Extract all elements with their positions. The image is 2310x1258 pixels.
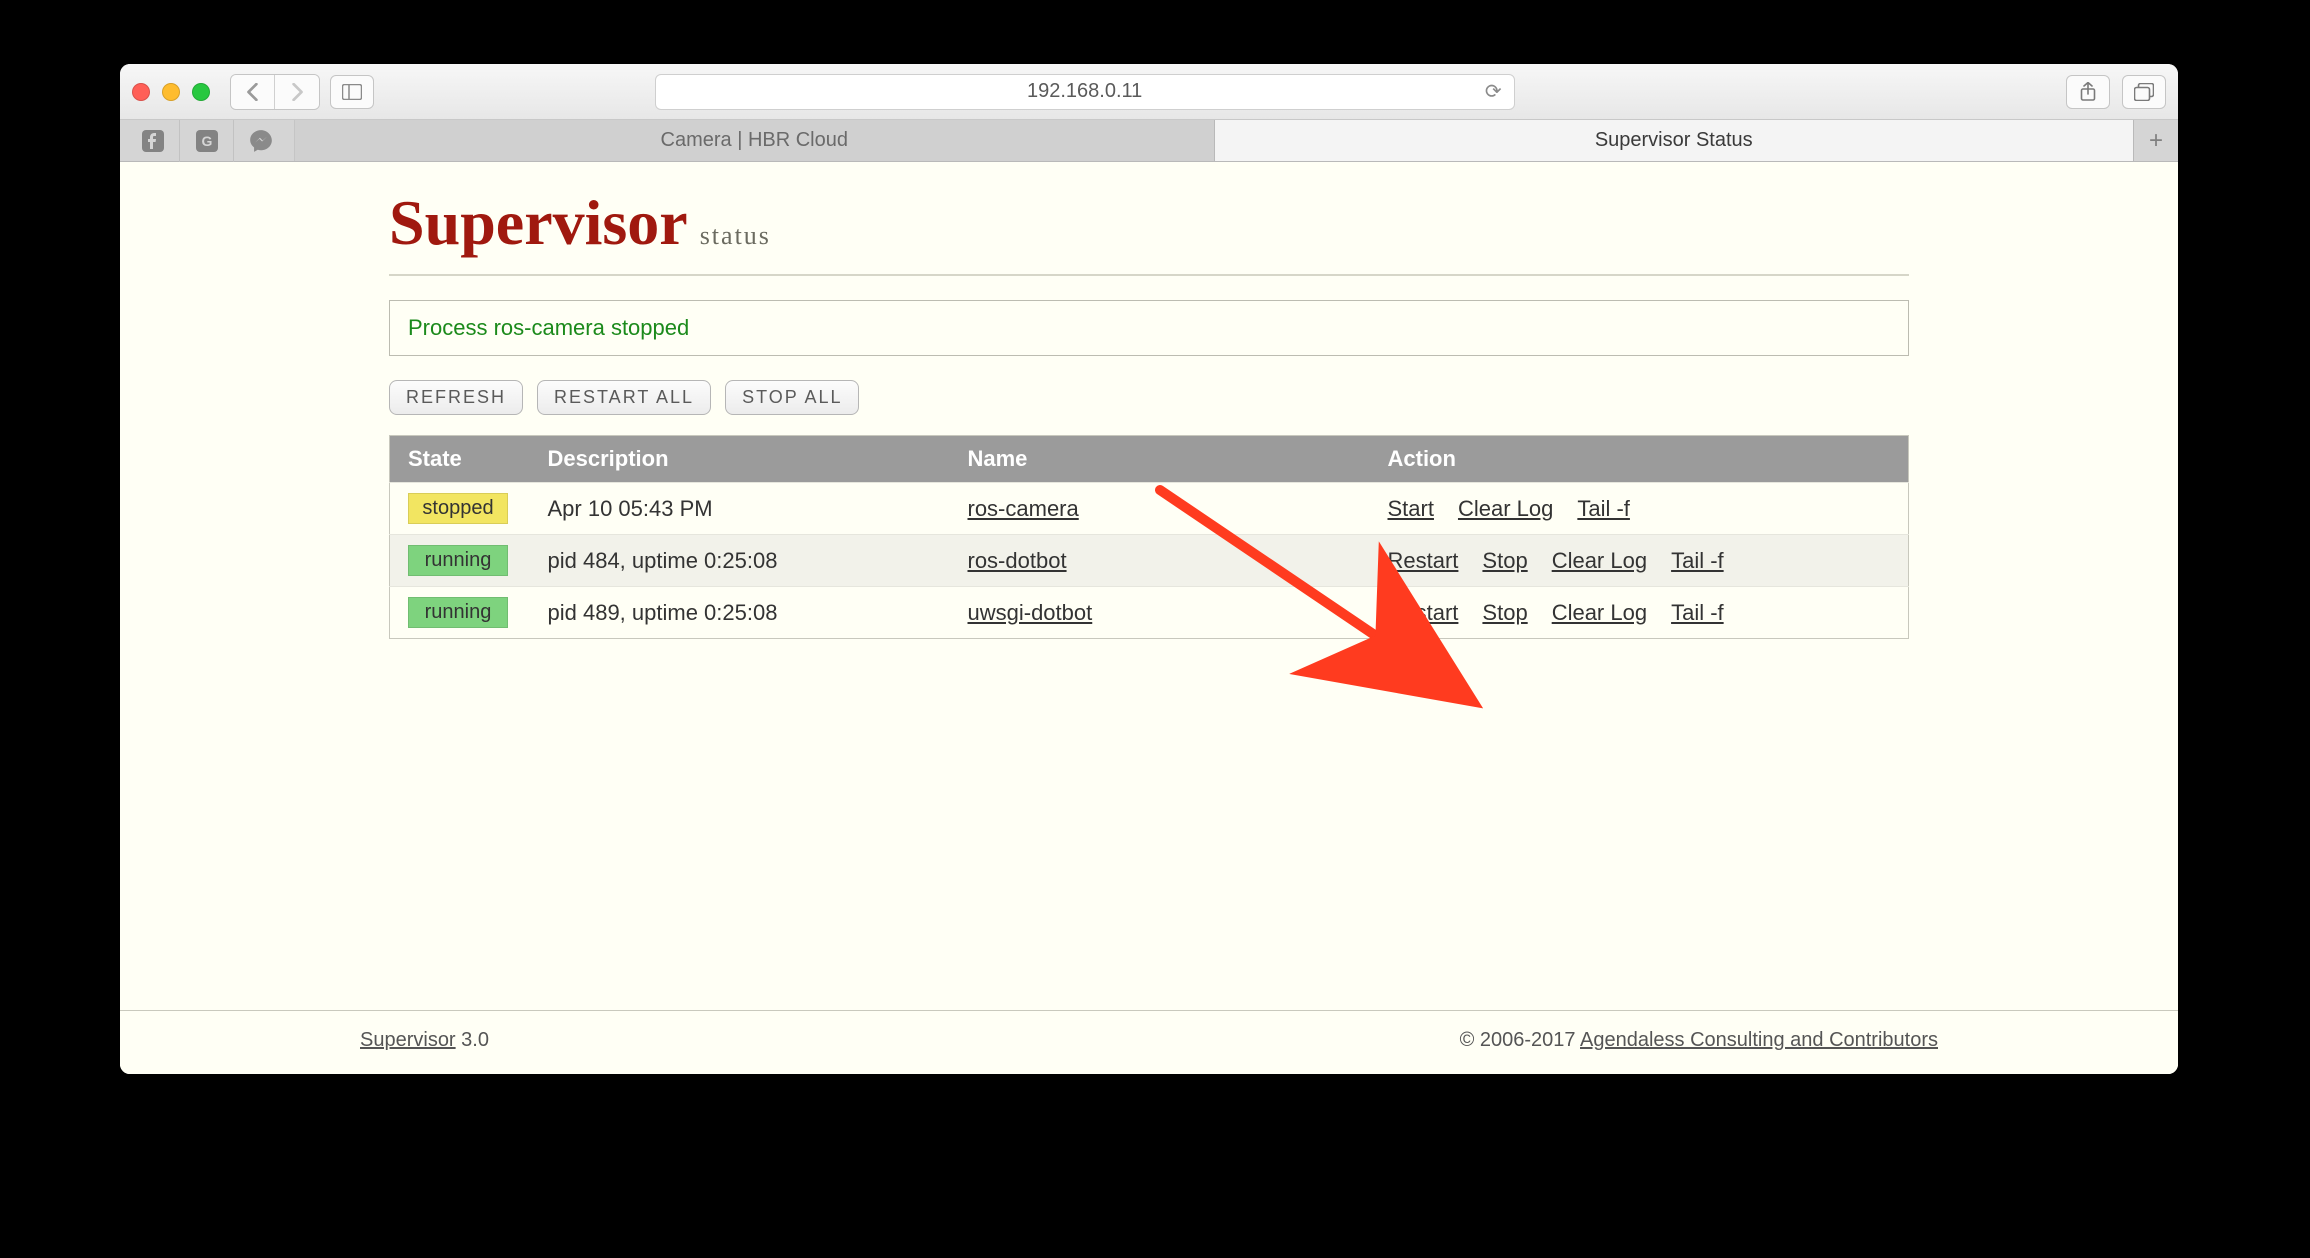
cell-description: Apr 10 05:43 PM [530, 483, 950, 535]
cell-name: ros-dotbot [950, 535, 1370, 587]
new-tab-button[interactable]: + [2134, 120, 2178, 161]
version-text: 3.0 [456, 1029, 489, 1051]
cell-state: running [390, 535, 530, 587]
svg-text:G: G [201, 133, 212, 149]
address-text: 192.168.0.11 [1027, 80, 1142, 103]
cell-state: running [390, 587, 530, 639]
footer-left: Supervisor 3.0 [360, 1029, 489, 1052]
close-window-button[interactable] [132, 83, 150, 101]
table-row: running pid 489, uptime 0:25:08 uwsgi-dotb… [390, 587, 1909, 639]
tab-bar: G Camera | HBR Cloud Supervisor Status + [120, 120, 2178, 162]
window-controls [132, 83, 210, 101]
action-restartlink[interactable]: Restart [1388, 600, 1459, 625]
tab-label: Camera | HBR Cloud [661, 129, 848, 152]
cell-name: uwsgi-dotbot [950, 587, 1370, 639]
action-clear-loglink[interactable]: Clear Log [1552, 548, 1647, 573]
action-tail-flink[interactable]: Tail -f [1671, 600, 1724, 625]
process-name-link[interactable]: ros-dotbot [968, 548, 1067, 573]
favorites-bar: G [120, 120, 295, 161]
cell-actions: Restart Stop Clear Log Tail -f [1370, 535, 1909, 587]
restart-all-button[interactable]: RESTART ALL [537, 380, 711, 415]
tabs: Camera | HBR Cloud Supervisor Status [295, 120, 2134, 161]
favorite-facebook-icon[interactable] [126, 120, 180, 162]
toolbar-right [2066, 75, 2166, 109]
status-message: Process ros-camera stopped [389, 300, 1909, 356]
action-buttons-row: REFRESH RESTART ALL STOP ALL [389, 380, 1909, 415]
process-name-link[interactable]: uwsgi-dotbot [968, 600, 1093, 625]
tabs-overview-button[interactable] [2122, 75, 2166, 109]
action-stoplink[interactable]: Stop [1482, 548, 1527, 573]
cell-state: stopped [390, 483, 530, 535]
favorite-g-icon[interactable]: G [180, 120, 234, 162]
copyright-text: © 2006-2017 [1460, 1029, 1580, 1051]
table-header-row: State Description Name Action [390, 436, 1909, 483]
zoom-window-button[interactable] [192, 83, 210, 101]
cell-actions: Start Clear Log Tail -f [1370, 483, 1909, 535]
action-tail-flink[interactable]: Tail -f [1577, 496, 1630, 521]
action-clear-loglink[interactable]: Clear Log [1552, 600, 1647, 625]
action-tail-flink[interactable]: Tail -f [1671, 548, 1724, 573]
tab-supervisor[interactable]: Supervisor Status [1215, 120, 2135, 161]
col-description: Description [530, 436, 950, 483]
sidebar-toggle-button[interactable] [330, 75, 374, 109]
cell-name: ros-camera [950, 483, 1370, 535]
col-name: Name [950, 436, 1370, 483]
forward-button[interactable] [275, 75, 319, 109]
col-state: State [390, 436, 530, 483]
table-row: stopped Apr 10 05:43 PM ros-camera Start Cle… [390, 483, 1909, 535]
page-footer: Supervisor 3.0 © 2006-2017 Agendaless Co… [120, 1010, 2178, 1074]
org-link[interactable]: Agendaless Consulting and Contributors [1580, 1029, 1938, 1051]
tab-camera[interactable]: Camera | HBR Cloud [295, 120, 1215, 161]
nav-buttons [230, 74, 320, 110]
process-name-link[interactable]: ros-camera [968, 496, 1079, 521]
cell-description: pid 484, uptime 0:25:08 [530, 535, 950, 587]
back-button[interactable] [231, 75, 275, 109]
tab-label: Supervisor Status [1595, 129, 1753, 152]
cell-description: pid 489, uptime 0:25:08 [530, 587, 950, 639]
process-table: State Description Name Action stopped Apr… [389, 435, 1909, 639]
share-button[interactable] [2066, 75, 2110, 109]
minimize-window-button[interactable] [162, 83, 180, 101]
table-row: running pid 484, uptime 0:25:08 ros-dotbot… [390, 535, 1909, 587]
supervisor-link[interactable]: Supervisor [360, 1029, 456, 1051]
col-action: Action [1370, 436, 1909, 483]
state-badge: running [408, 545, 508, 576]
footer-right: © 2006-2017 Agendaless Consulting and Co… [1460, 1029, 1938, 1052]
action-startlink[interactable]: Start [1388, 496, 1434, 521]
address-bar[interactable]: 192.168.0.11 ⟳ [655, 74, 1515, 110]
reload-icon[interactable]: ⟳ [1485, 79, 1502, 104]
titlebar: 192.168.0.11 ⟳ [120, 64, 2178, 120]
action-clear-loglink[interactable]: Clear Log [1458, 496, 1553, 521]
logo-sub: status [694, 221, 771, 251]
logo-main: Supervisor [389, 186, 688, 260]
state-badge: stopped [408, 493, 508, 524]
page: Supervisor status Process ros-camera sto… [120, 162, 2178, 1074]
refresh-button[interactable]: REFRESH [389, 380, 523, 415]
content: Supervisor status Process ros-camera sto… [389, 162, 1909, 1010]
cell-actions: Restart Stop Clear Log Tail -f [1370, 587, 1909, 639]
action-stoplink[interactable]: Stop [1482, 600, 1527, 625]
action-restartlink[interactable]: Restart [1388, 548, 1459, 573]
state-badge: running [408, 597, 508, 628]
stop-all-button[interactable]: STOP ALL [725, 380, 859, 415]
page-header: Supervisor status [389, 180, 1909, 276]
browser-window: 192.168.0.11 ⟳ G Camera | HBR Clou [120, 64, 2178, 1074]
favorite-messenger-icon[interactable] [234, 120, 288, 162]
